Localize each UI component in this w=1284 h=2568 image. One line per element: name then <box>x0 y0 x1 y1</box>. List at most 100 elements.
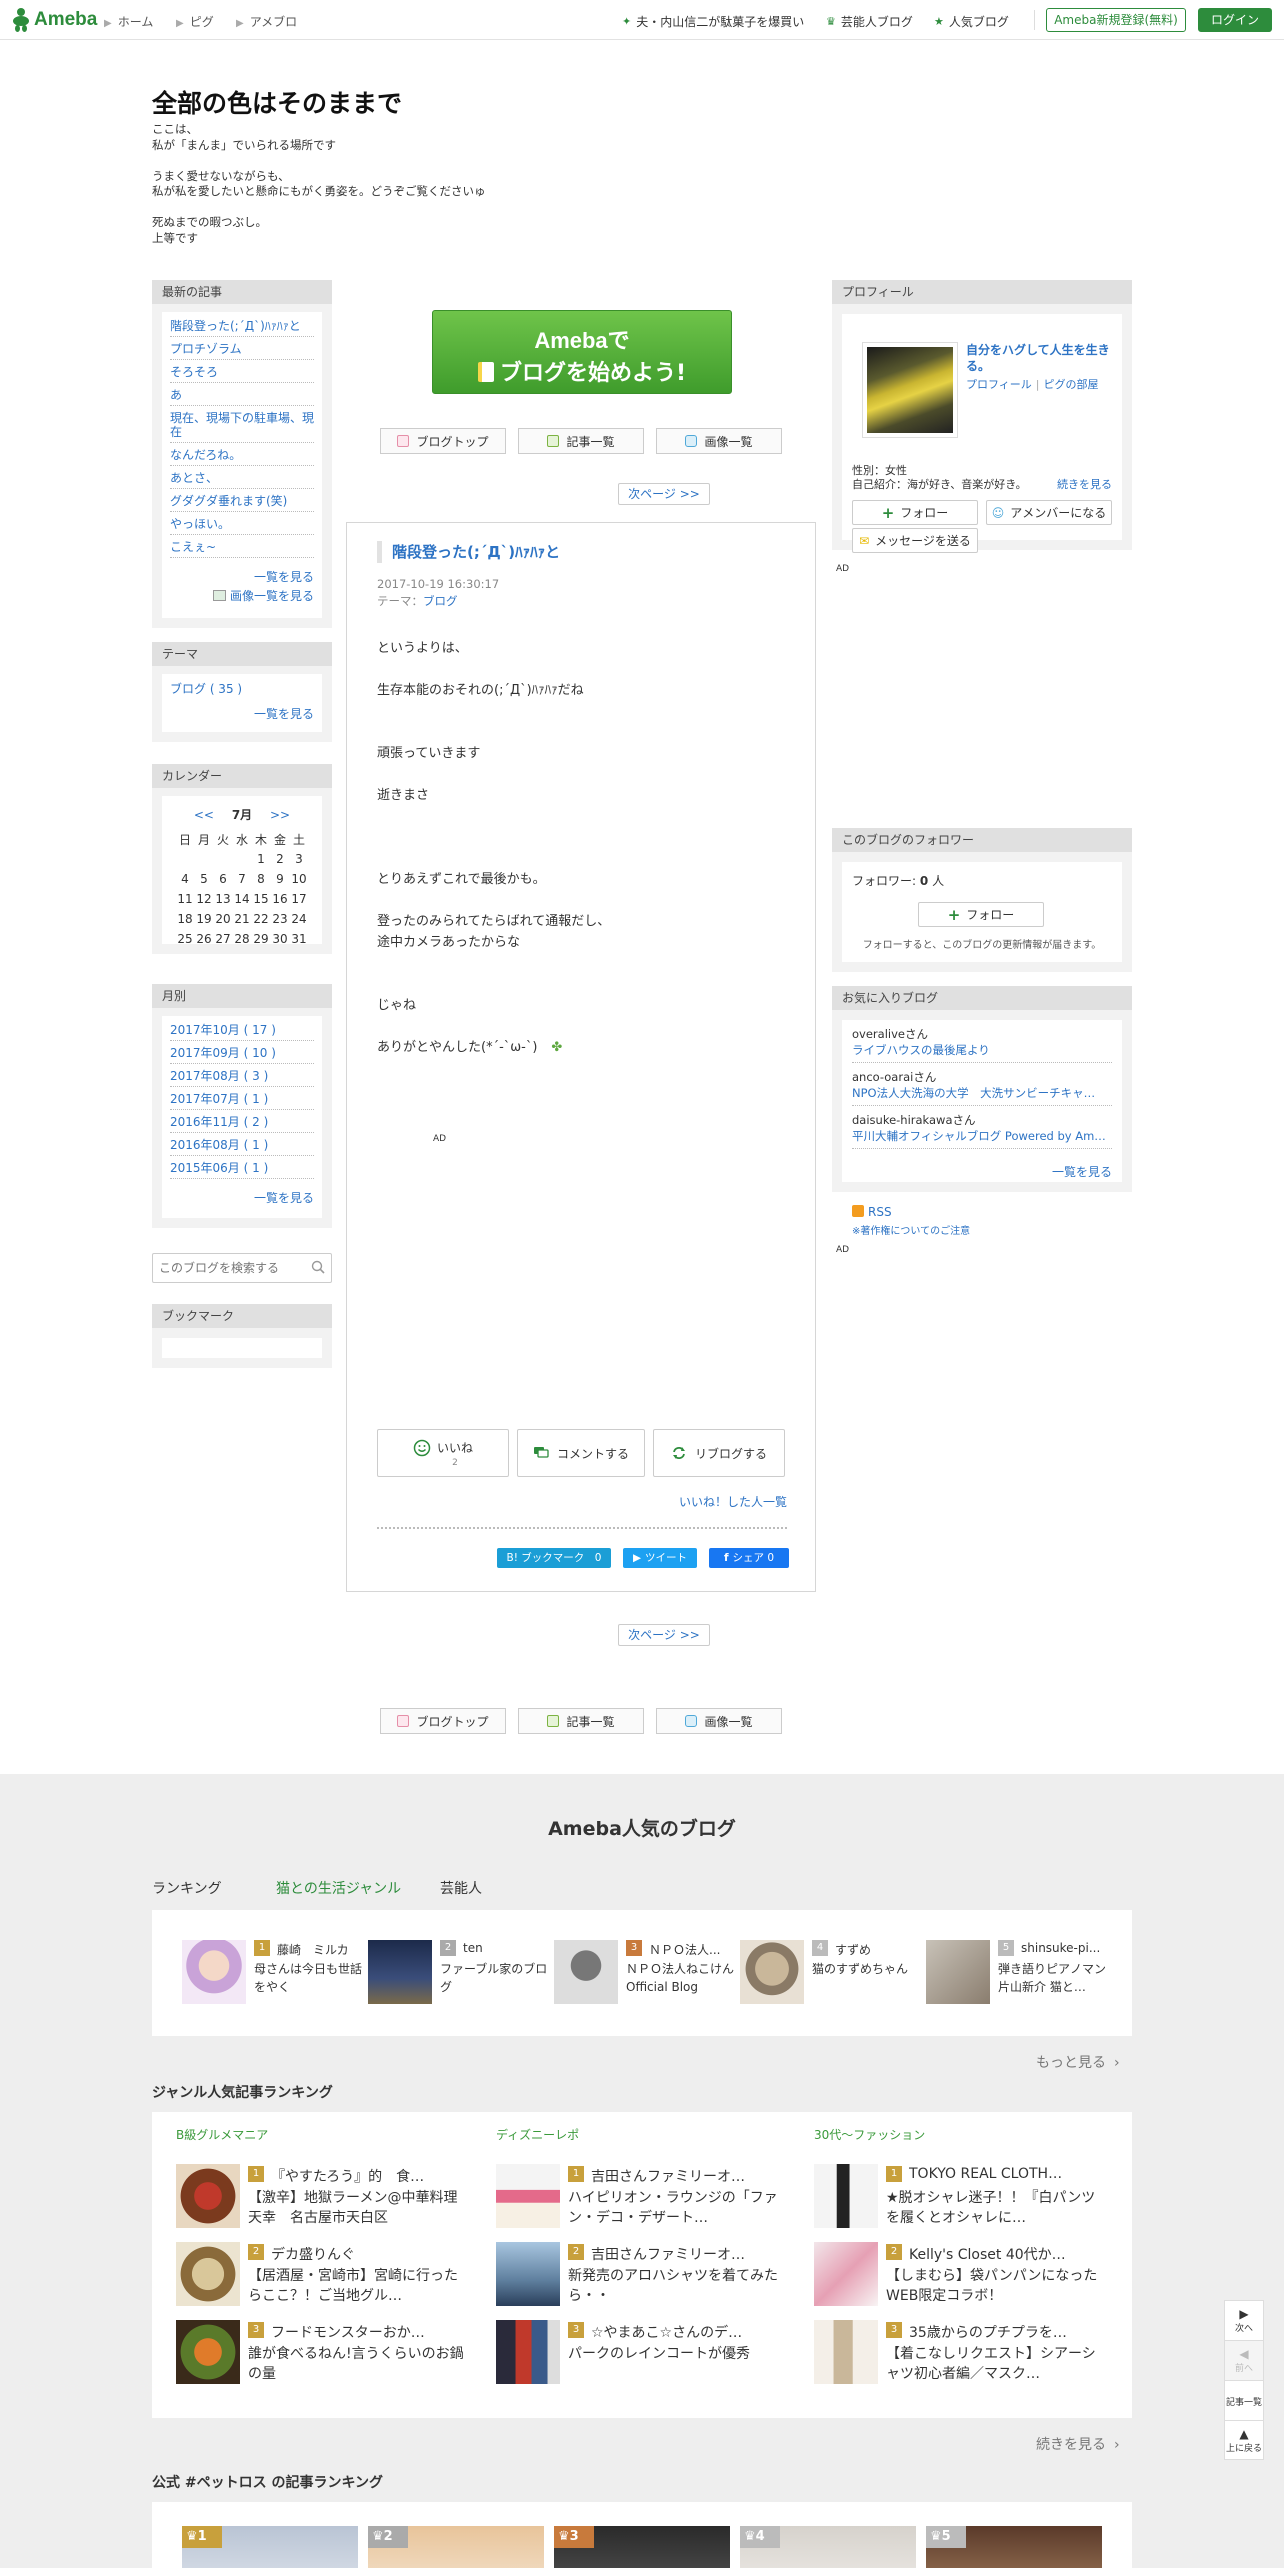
official-ranking-item[interactable]: ♛1 <box>182 2526 358 2568</box>
search-icon[interactable] <box>311 1260 325 1274</box>
blog-search-input[interactable] <box>153 1254 303 1282</box>
official-ranking-item[interactable]: ♛5 <box>926 2526 1102 2568</box>
prev-article-button[interactable]: ◀ 前へ <box>1225 2341 1263 2381</box>
comment-button[interactable]: コメントする <box>517 1429 645 1477</box>
genre-name[interactable]: ディズニーレポ <box>496 2126 579 2143</box>
profile-link[interactable]: プロフィール <box>966 378 1032 391</box>
genre-article-item[interactable]: 2 Kelly's Closet 40代か… 【しまむら】袋パンパンになったWE… <box>814 2242 1114 2306</box>
blog-title[interactable]: 全部の色はそのままで <box>152 84 402 120</box>
pigg-room-link[interactable]: ピグの部屋 <box>1044 378 1099 391</box>
recent-article-link[interactable]: あ <box>170 383 314 406</box>
header-link-popular[interactable]: ★ 人気ブログ <box>934 13 1009 30</box>
nav-ameblo[interactable]: ▶ アメブロ <box>236 13 297 30</box>
tab-cat-genre[interactable]: 猫との生活ジャンル <box>276 1878 401 1898</box>
genre-more-link[interactable]: 続きを見る › <box>1036 2434 1120 2454</box>
reblog-button[interactable]: リブログする <box>653 1429 785 1477</box>
back-to-top-button[interactable]: ▲ 上に戻る <box>1225 2421 1263 2461</box>
official-ranking-item[interactable]: ♛4 <box>740 2526 916 2568</box>
tab-blog-top[interactable]: ブログトップ <box>380 1708 506 1734</box>
hatena-bookmark-button[interactable]: B! ブックマーク 0 <box>497 1548 611 1568</box>
rss-link[interactable]: RSS <box>852 1205 892 1219</box>
article-title[interactable]: 階段登った(;´Д`)ﾊｧﾊｧと <box>377 541 560 563</box>
recent-article-link[interactable]: 階段登った(;´Д`)ﾊｧﾊｧと <box>170 314 314 337</box>
copyright-note-link[interactable]: ※著作権についてのご注意 <box>852 1222 970 1237</box>
send-message-button[interactable]: ✉ メッセージを送る <box>852 528 978 553</box>
calendar-prev-link[interactable]: << <box>194 808 214 822</box>
recent-article-link[interactable]: プロチゾラム <box>170 337 314 360</box>
favorite-blog-item[interactable]: daisuke-hirakawaさん 平川大輔オフィシャルブログ Powered… <box>852 1106 1112 1149</box>
profile-more-link[interactable]: 続きを見る <box>1057 476 1112 492</box>
ranking-item[interactable]: 2 ten ファーブル家のブログ <box>368 1940 548 2010</box>
next-article-button[interactable]: ▶ 次へ <box>1225 2301 1263 2341</box>
genre-article-item[interactable]: 1 『やすたろう』的 食… 【激辛】地獄ラーメン@中華料理 天幸 名古屋市天白区 <box>176 2164 476 2228</box>
article-theme-link[interactable]: ブログ <box>423 594 458 608</box>
image-list-link[interactable]: 画像一覧を見る <box>170 587 314 604</box>
follower-follow-button[interactable]: + フォロー <box>918 902 1044 927</box>
official-ranking-item[interactable]: ♛2 <box>368 2526 544 2568</box>
genre-article-item[interactable]: 3 35歳からのプチプラを… 【着こなしリクエスト】シアーシャツ初心者編／マスク… <box>814 2320 1114 2384</box>
favorite-blog-item[interactable]: anco-oaraiさん NPO法人大洗海の大学 大洗サンビーチキャ… <box>852 1063 1112 1106</box>
like-button[interactable]: いいね 2 <box>377 1429 509 1477</box>
header-link-celebrity[interactable]: ♛ 芸能人ブログ <box>826 13 913 30</box>
monthly-archive-link[interactable]: 2017年09月 ( 10 ) <box>170 1041 314 1064</box>
recent-article-link[interactable]: あとさ、 <box>170 466 314 489</box>
theme-more-link[interactable]: 一覧を見る <box>170 705 314 722</box>
tab-image-list[interactable]: 画像一覧 <box>656 428 782 454</box>
monthly-archive-link[interactable]: 2016年08月 ( 1 ) <box>170 1133 314 1156</box>
profile-avatar[interactable] <box>862 342 958 438</box>
profile-tagline[interactable]: 自分をハグして人生を生きる。 <box>966 342 1116 374</box>
nav-home[interactable]: ▶ ホーム <box>104 13 153 30</box>
facebook-share-button[interactable]: f シェア 0 <box>709 1548 789 1568</box>
theme-link[interactable]: ブログ ( 35 ) <box>170 674 314 699</box>
next-page-button[interactable]: 次ページ >> <box>618 483 710 505</box>
login-button[interactable]: ログイン <box>1198 8 1272 32</box>
tab-celebrity[interactable]: 芸能人 <box>440 1878 482 1898</box>
tab-ranking[interactable]: ランキング <box>152 1878 222 1898</box>
tab-article-list[interactable]: 記事一覧 <box>518 428 644 454</box>
ranking-item[interactable]: 5 shinsuke-pi... 弾き語りピアノマン片山新介 猫と… <box>926 1940 1106 2010</box>
register-button[interactable]: Ameba新規登録(無料) <box>1046 8 1186 32</box>
tweet-button[interactable]: ▶ ツイート <box>623 1548 697 1568</box>
ranking-item[interactable]: 4 すずめ 猫のすずめちゃん <box>740 1940 920 2010</box>
genre-article-item[interactable]: 3 ☆やまあこ☆さんのデ… パークのレインコートが優秀 <box>496 2320 796 2384</box>
monthly-archive-link[interactable]: 2017年10月 ( 17 ) <box>170 1018 314 1041</box>
nav-pigg[interactable]: ▶ ピグ <box>176 13 214 30</box>
genre-article-item[interactable]: 2 吉田さんファミリーオ… 新発売のアロハシャツを着てみたら・・ <box>496 2242 796 2306</box>
genre-article-item[interactable]: 1 吉田さんファミリーオ… ハイピリオン・ラウンジの「ファン・デコ・デザート… <box>496 2164 796 2228</box>
monthly-archive-link[interactable]: 2016年11月 ( 2 ) <box>170 1110 314 1133</box>
recent-article-link[interactable]: グダグダ垂れます(笑) <box>170 489 314 512</box>
monthly-archive-link[interactable]: 2015年06月 ( 1 ) <box>170 1156 314 1179</box>
follow-button[interactable]: + フォロー <box>852 500 978 525</box>
ranking-more-link[interactable]: もっと見る › <box>1036 2052 1120 2072</box>
recent-article-link[interactable]: こえぇ~ <box>170 535 314 558</box>
favorites-more-link[interactable]: 一覧を見る <box>852 1163 1112 1180</box>
monthly-archive-link[interactable]: 2017年07月 ( 1 ) <box>170 1087 314 1110</box>
header-link-news[interactable]: ✦ 夫・内山信二が駄菓子を爆買い <box>622 13 804 30</box>
start-blog-banner[interactable]: Amebaで ブログを始めよう! <box>432 310 732 394</box>
ranking-item[interactable]: 1 藤崎 ミルカ 母さんは今日も世話をやく <box>182 1940 362 2010</box>
official-ranking-item[interactable]: ♛3 <box>554 2526 730 2568</box>
genre-name[interactable]: 30代〜ファッション <box>814 2126 925 2143</box>
recent-article-link[interactable]: なんだろね。 <box>170 443 314 466</box>
amember-button[interactable]: ☺ アメンバーになる <box>986 500 1112 525</box>
likers-list-link[interactable]: いいね！した人一覧 <box>679 1493 787 1510</box>
ameba-logo[interactable]: Ameba <box>12 8 97 32</box>
recent-more-link[interactable]: 一覧を見る <box>170 568 314 585</box>
next-page-button-bottom[interactable]: 次ページ >> <box>618 1624 710 1646</box>
ranking-item[interactable]: 3 ＮＰＯ法人... ＮＰＯ法人ねこけん Official Blog <box>554 1940 734 2010</box>
recent-article-link[interactable]: 現在、現場下の駐車場、現在 <box>170 406 314 443</box>
monthly-more-link[interactable]: 一覧を見る <box>170 1189 314 1206</box>
calendar-next-link[interactable]: >> <box>270 808 290 822</box>
recent-article-link[interactable]: そろそろ <box>170 360 314 383</box>
genre-article-item[interactable]: 1 TOKYO REAL CLOTH… ★脱オシャレ迷子！！『白パンツを履くとオ… <box>814 2164 1114 2228</box>
monthly-archive-link[interactable]: 2017年08月 ( 3 ) <box>170 1064 314 1087</box>
tab-blog-top[interactable]: ブログトップ <box>380 428 506 454</box>
article-list-button[interactable]: 記事一覧 <box>1225 2381 1263 2421</box>
tab-article-list[interactable]: 記事一覧 <box>518 1708 644 1734</box>
genre-article-item[interactable]: 2 デカ盛りんぐ 【居酒屋・宮崎市】宮崎に行ったらここ？！ご当地グル… <box>176 2242 476 2306</box>
genre-article-item[interactable]: 3 フードモンスターおか… 誰が食べるねん!言うくらいのお鍋の量 <box>176 2320 476 2384</box>
genre-name[interactable]: B級グルメマニア <box>176 2126 268 2143</box>
tab-image-list[interactable]: 画像一覧 <box>656 1708 782 1734</box>
favorite-blog-item[interactable]: overaliveさん ライブハウスの最後尾より <box>852 1020 1112 1063</box>
recent-article-link[interactable]: やっほい。 <box>170 512 314 535</box>
